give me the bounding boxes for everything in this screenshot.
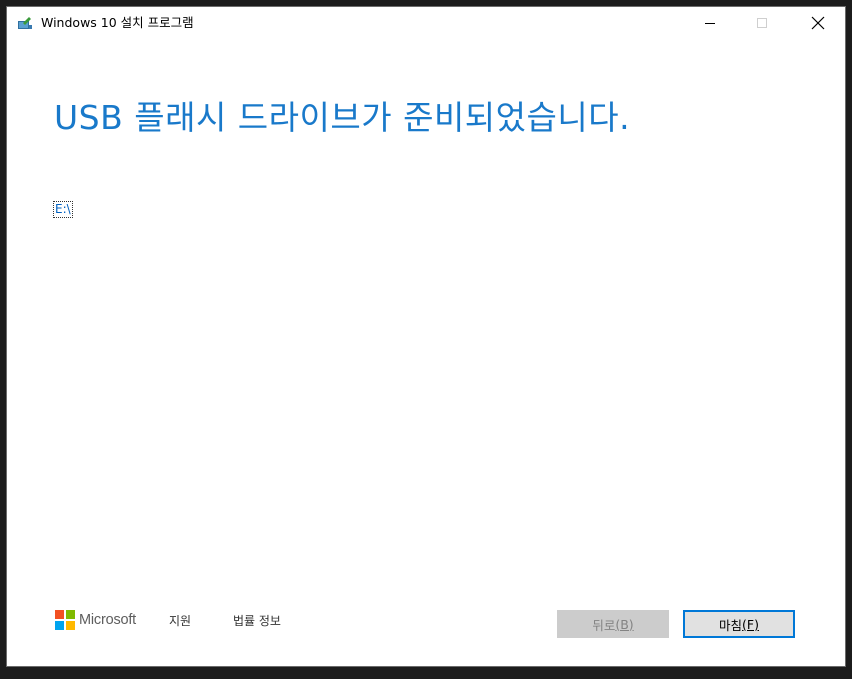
finish-button-label: 마침 [719, 617, 743, 633]
microsoft-logo-icon [55, 610, 75, 630]
minimize-button[interactable] [687, 7, 733, 39]
microsoft-brand-text: Microsoft [79, 612, 137, 628]
maximize-icon [757, 18, 767, 28]
drive-link[interactable]: E:\ [53, 201, 73, 218]
maximize-button[interactable] [739, 7, 785, 39]
finish-button[interactable]: 마침 (F) [683, 610, 795, 638]
finish-button-accel: (F) [742, 616, 759, 632]
back-button[interactable]: 뒤로 (B) [557, 610, 669, 638]
setup-app-icon [17, 15, 33, 31]
minimize-icon [705, 23, 715, 24]
title-bar[interactable]: Windows 10 설치 프로그램 [7, 7, 845, 39]
back-button-accel: (B) [615, 616, 634, 632]
microsoft-logo: Microsoft [55, 610, 136, 630]
window-title: Windows 10 설치 프로그램 [41, 15, 194, 30]
setup-window: Windows 10 설치 프로그램 USB 플래시 드라이브가 준비되었습니다… [6, 6, 846, 667]
support-link[interactable]: 지원 [169, 612, 191, 629]
back-button-label: 뒤로 [592, 617, 616, 633]
legal-info-link[interactable]: 법률 정보 [233, 612, 281, 629]
close-button[interactable] [795, 7, 841, 39]
page-heading: USB 플래시 드라이브가 준비되었습니다. [54, 98, 631, 137]
close-icon [811, 16, 825, 30]
